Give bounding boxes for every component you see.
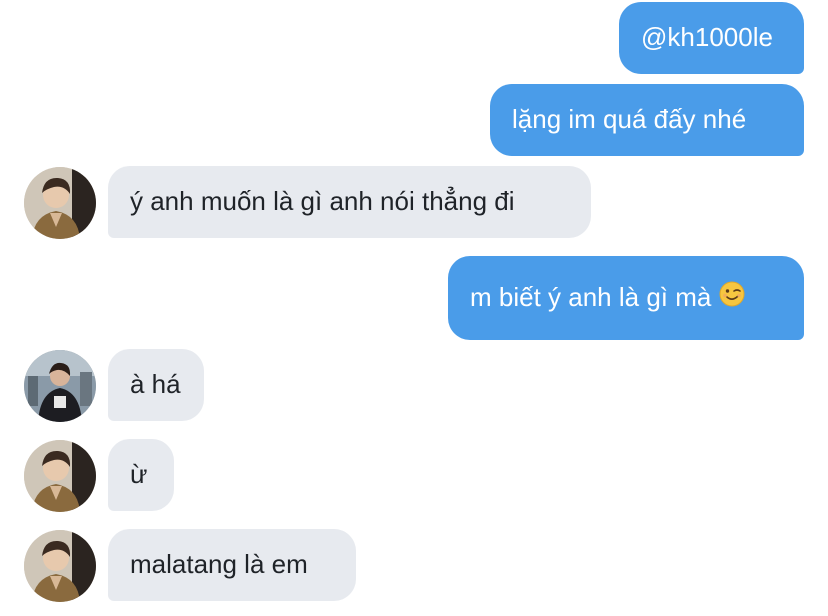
message-text: m biết ý anh là gì mà <box>470 282 712 313</box>
message-text: lặng im quá đấy nhé <box>512 104 747 135</box>
sent-message-bubble[interactable]: @kh1000le <box>619 2 804 74</box>
contact-avatar[interactable] <box>24 530 96 602</box>
sent-message-bubble[interactable]: lặng im quá đấy nhé <box>490 84 804 156</box>
portrait-avatar-icon <box>24 167 96 239</box>
received-message-bubble[interactable]: à há <box>108 349 204 421</box>
received-message-bubble[interactable]: malatang là em <box>108 529 356 601</box>
portrait-avatar-icon <box>24 530 96 602</box>
received-message-bubble[interactable]: ừ <box>108 439 174 511</box>
message-text: ý anh muốn là gì anh nói thẳng đi <box>130 186 515 217</box>
winking-face-emoji-icon <box>719 281 745 314</box>
message-text: ừ <box>130 459 148 490</box>
portrait-avatar-icon <box>24 350 96 422</box>
received-message-bubble[interactable]: ý anh muốn là gì anh nói thẳng đi <box>108 166 591 238</box>
message-text: @kh1000le <box>641 22 773 53</box>
contact-avatar[interactable] <box>24 350 96 422</box>
contact-avatar[interactable] <box>24 440 96 512</box>
contact-avatar[interactable] <box>24 167 96 239</box>
sent-message-bubble[interactable]: m biết ý anh là gì mà <box>448 256 804 340</box>
portrait-avatar-icon <box>24 440 96 512</box>
message-text: à há <box>130 369 181 400</box>
message-text: malatang là em <box>130 549 308 580</box>
